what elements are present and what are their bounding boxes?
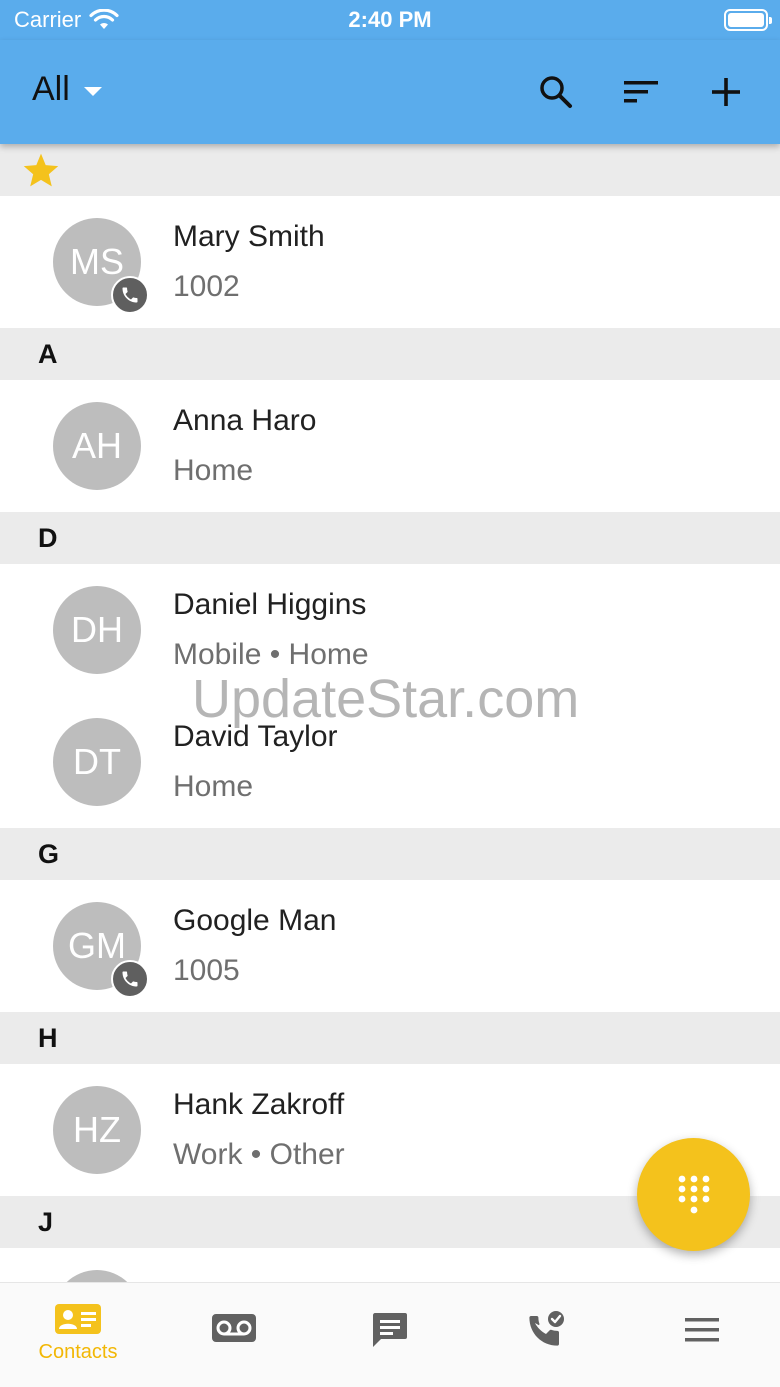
filter-label: All xyxy=(32,70,70,108)
star-icon xyxy=(23,153,59,187)
filter-dropdown[interactable]: All xyxy=(32,70,102,109)
contact-detail: 1002 xyxy=(173,270,240,303)
contacts-card-icon xyxy=(55,1304,101,1334)
section-header-favorites xyxy=(0,144,780,196)
call-history-icon xyxy=(529,1311,564,1346)
contact-name: Daniel Higgins xyxy=(173,588,367,621)
phone-badge-icon xyxy=(111,960,149,998)
avatar: DT xyxy=(53,718,141,806)
contact-name: David Taylor xyxy=(173,720,338,753)
contact-row[interactable]: DH Daniel Higgins Mobile • Home xyxy=(0,564,780,696)
avatar: AH xyxy=(53,402,141,490)
section-header-a: A xyxy=(0,328,780,380)
nav-call-history[interactable] xyxy=(468,1283,624,1387)
contact-detail: Mobile • Home xyxy=(173,638,369,671)
plus-icon xyxy=(712,78,740,106)
bottom-navigation: Contacts xyxy=(0,1282,780,1387)
nav-contacts-label: Contacts xyxy=(38,1341,118,1363)
avatar xyxy=(53,1270,141,1282)
avatar: DH xyxy=(53,586,141,674)
contact-name: Mary Smith xyxy=(173,220,325,253)
section-header-d: D xyxy=(0,512,780,564)
contact-list[interactable]: MS Mary Smith 1002 A AH Anna Haro Home D… xyxy=(0,144,780,1282)
contact-row-partial[interactable] xyxy=(0,1248,780,1282)
contact-row[interactable]: DT David Taylor Home xyxy=(0,696,780,828)
contact-detail: 1005 xyxy=(173,954,240,987)
nav-chat[interactable] xyxy=(312,1283,468,1387)
search-button[interactable] xyxy=(530,66,582,118)
contact-row[interactable]: AH Anna Haro Home xyxy=(0,380,780,512)
section-header-g: G xyxy=(0,828,780,880)
section-header-h: H xyxy=(0,1012,780,1064)
dialpad-button[interactable] xyxy=(637,1138,750,1251)
phone-badge-icon xyxy=(111,276,149,314)
app-bar: All xyxy=(0,40,780,144)
battery-icon xyxy=(724,9,772,31)
nav-voicemail[interactable] xyxy=(156,1283,312,1387)
contact-detail: Home xyxy=(173,770,254,803)
dialpad-icon xyxy=(678,1175,709,1213)
avatar: HZ xyxy=(53,1086,141,1174)
nav-menu[interactable] xyxy=(624,1283,780,1387)
contact-detail: Home xyxy=(173,454,254,487)
nav-contacts[interactable]: Contacts xyxy=(0,1283,156,1387)
search-icon xyxy=(540,76,572,108)
clock: 2:40 PM xyxy=(348,7,432,32)
add-contact-button[interactable] xyxy=(700,66,752,118)
sort-button[interactable] xyxy=(615,66,667,118)
contact-row[interactable]: GM Google Man 1005 xyxy=(0,880,780,1012)
dropdown-caret-icon xyxy=(83,87,102,96)
voicemail-icon xyxy=(212,1314,256,1342)
contact-name: Google Man xyxy=(173,904,337,937)
contact-detail: Work • Other xyxy=(173,1138,345,1171)
contact-name: Anna Haro xyxy=(173,404,317,437)
sort-icon xyxy=(624,81,658,103)
contact-row[interactable]: MS Mary Smith 1002 xyxy=(0,196,780,328)
contact-name: Hank Zakroff xyxy=(173,1088,345,1121)
chat-icon xyxy=(373,1313,407,1347)
status-bar: Carrier 2:40 PM xyxy=(0,0,780,40)
menu-icon xyxy=(685,1318,719,1342)
